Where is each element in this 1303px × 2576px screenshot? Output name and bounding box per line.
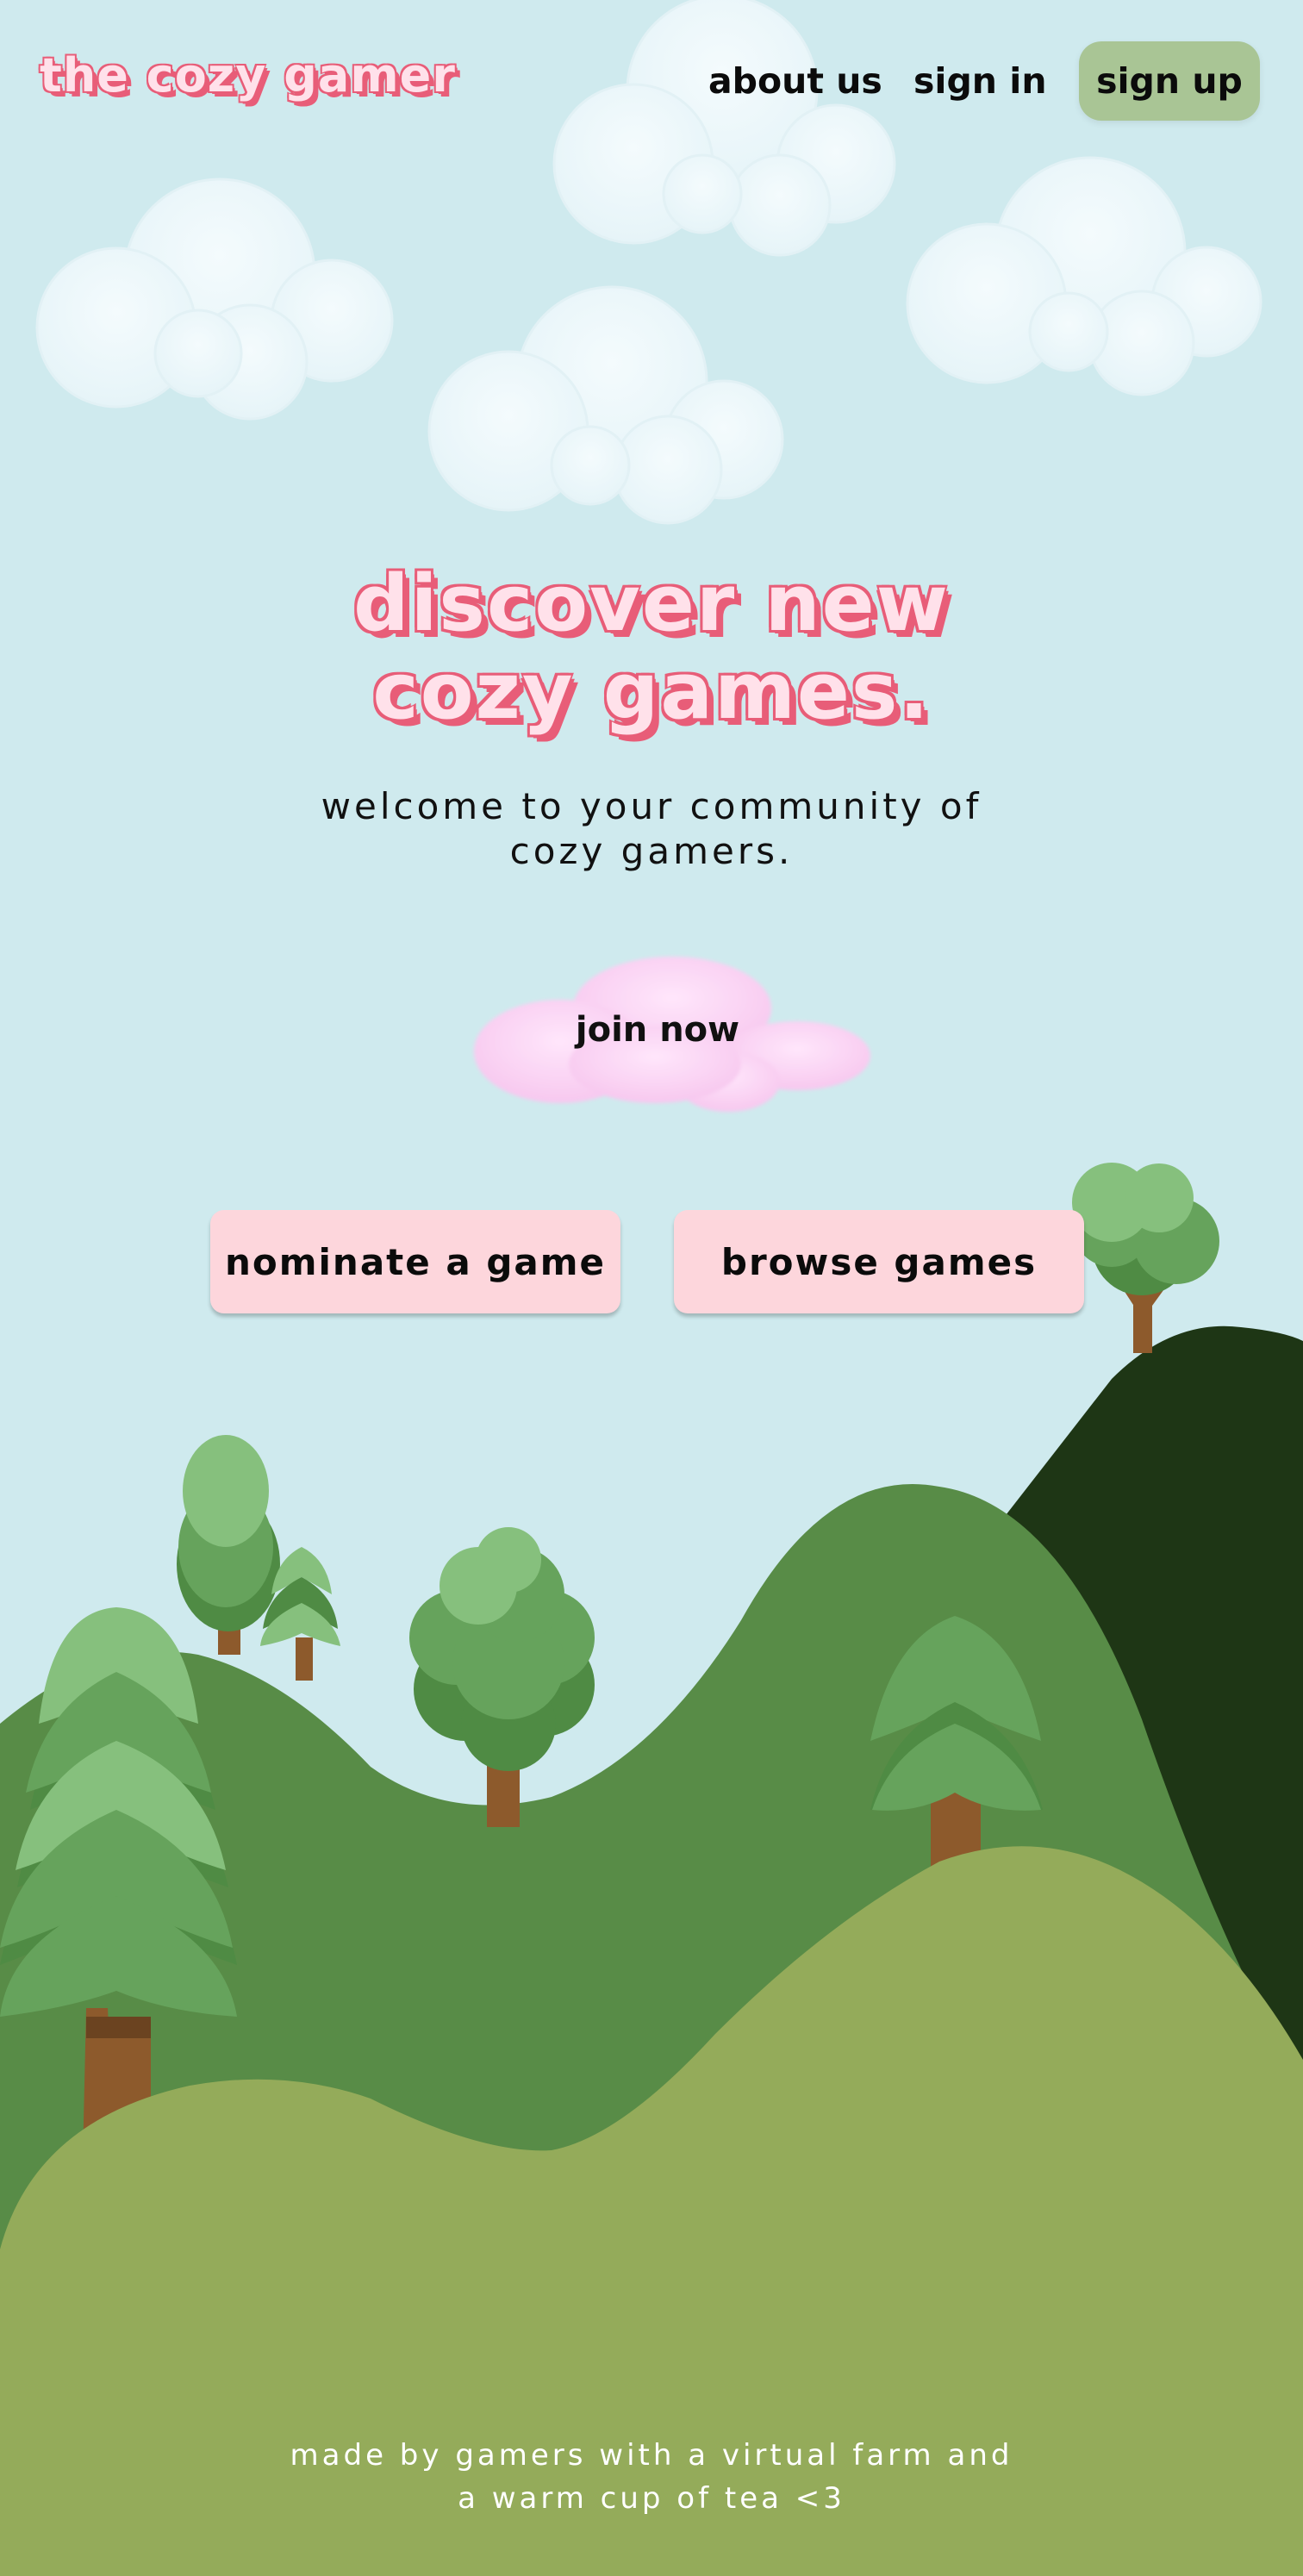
hero-subtitle-line2: cozy gamers. bbox=[509, 830, 794, 872]
footer-line1: made by gamers with a virtual farm and bbox=[290, 2438, 1013, 2473]
join-now-button[interactable]: join now bbox=[472, 1010, 843, 1050]
nominate-game-button[interactable]: nominate a game bbox=[210, 1210, 620, 1313]
cloud-3 bbox=[427, 285, 784, 525]
round-tree-middle bbox=[409, 1527, 595, 1827]
browse-games-button[interactable]: browse games bbox=[674, 1210, 1084, 1313]
cloud-4 bbox=[906, 156, 1262, 396]
cloud-1 bbox=[35, 178, 394, 421]
footer-text: made by gamers with a virtual farm and a… bbox=[0, 2434, 1303, 2520]
cloud-2 bbox=[552, 0, 896, 257]
sign-up-button[interactable]: sign up bbox=[1079, 41, 1260, 121]
hero-subtitle: welcome to your community of cozy gamers… bbox=[0, 784, 1303, 874]
hero-subtitle-line1: welcome to your community of bbox=[321, 785, 982, 827]
hero-title: discover new cozy games. bbox=[0, 560, 1303, 736]
nav-sign-in-link[interactable]: sign in bbox=[913, 60, 1047, 102]
nav-about-us-link[interactable]: about us bbox=[708, 60, 882, 102]
tree-top-right bbox=[1072, 1163, 1219, 1353]
hero-title-line2: cozy games. bbox=[372, 646, 931, 737]
hero-title-line1: discover new bbox=[353, 558, 950, 649]
footer-line2: a warm cup of tea <3 bbox=[458, 2481, 845, 2516]
site-logo[interactable]: the cozy gamer bbox=[40, 48, 456, 103]
background-scene bbox=[0, 0, 1303, 2576]
